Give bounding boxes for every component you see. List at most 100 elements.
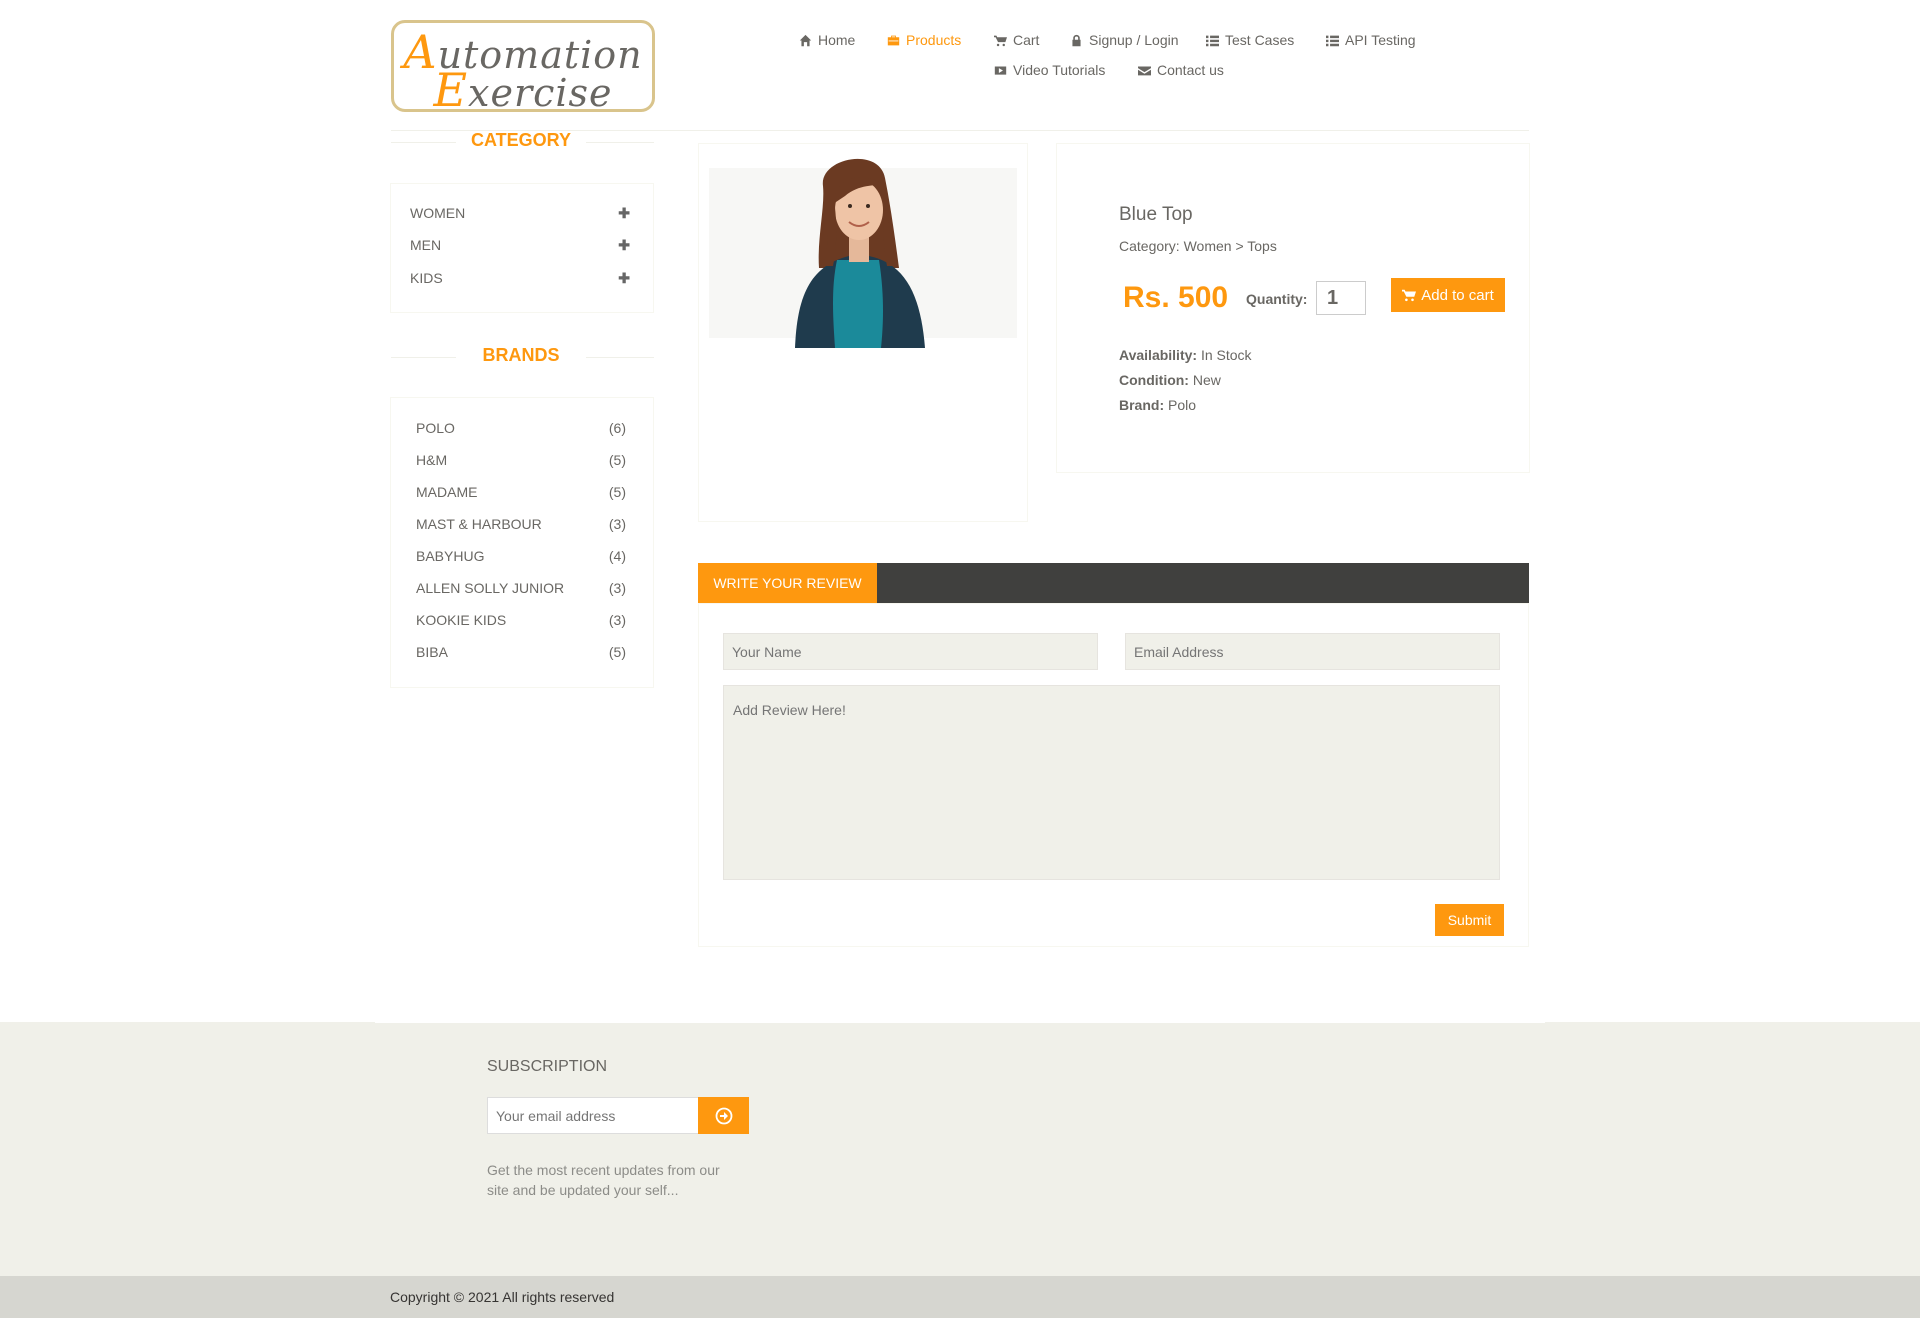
nav-api-testing[interactable]: API Testing [1326, 32, 1416, 48]
brands-rule-left [391, 357, 456, 358]
brand-count: (6) [608, 420, 626, 436]
product-information: Blue Top Category: Women > Tops Rs. 500 … [1056, 143, 1530, 473]
subscribe-button[interactable] [698, 1097, 749, 1134]
lock-icon [1072, 34, 1081, 46]
logo-line-2: Exercise [394, 63, 652, 112]
subscription-email-input[interactable] [487, 1097, 699, 1134]
brand-value: Polo [1168, 397, 1197, 413]
category-rule-right [586, 142, 654, 143]
nav-products[interactable]: Products [887, 32, 961, 48]
product-price: Rs. 500 [1123, 281, 1229, 314]
brands-panel: POLO (6) H&M (5) MADAME (5) MAST & HARBOUR (… [390, 397, 654, 688]
category-item-kids[interactable]: KIDS ✚ [410, 270, 630, 287]
category-title: Category [470, 130, 571, 150]
review-email-input[interactable] [1125, 633, 1500, 670]
cart-icon [994, 35, 1007, 46]
brand-label: MAST & HARBOUR [416, 516, 542, 532]
brand-item[interactable]: MADAME (5) [416, 484, 626, 500]
category-label: MEN [410, 237, 442, 253]
add-to-cart-label: Add to cart [1421, 286, 1494, 304]
nav-test-cases-label: Test Cases [1225, 32, 1295, 48]
brand-item[interactable]: MAST & HARBOUR (3) [416, 516, 626, 532]
brand-label: BIBA [416, 644, 448, 660]
brand-item[interactable]: POLO (6) [416, 420, 626, 436]
brand-item[interactable]: KOOKIE KIDS (3) [416, 612, 626, 628]
brand-item[interactable]: BABYHUG (4) [416, 548, 626, 564]
product-name: Blue Top [1119, 204, 1193, 225]
category-panel: WOMEN ✚ MEN ✚ KIDS ✚ [390, 183, 654, 313]
footer [0, 1022, 1920, 1276]
copyright-bar [0, 1276, 1920, 1318]
footer-divider [375, 1022, 1545, 1023]
brand-item[interactable]: H&M (5) [416, 452, 626, 468]
nav-cart-label: Cart [1013, 32, 1040, 48]
add-to-cart-button[interactable]: Add to cart [1391, 278, 1505, 312]
brand-item[interactable]: ALLEN SOLLY JUNIOR (3) [416, 580, 626, 596]
nav-signup-login[interactable]: Signup / Login [1070, 32, 1179, 48]
brands-title: Brands [482, 345, 560, 365]
availability-label: Availability: [1119, 347, 1198, 363]
brands-rule-right [586, 357, 654, 358]
nav-contact-us[interactable]: Contact us [1138, 62, 1224, 78]
brand-count: (4) [608, 548, 626, 564]
nav-signup-login-label: Signup / Login [1089, 32, 1179, 48]
brand-item[interactable]: BIBA (5) [416, 644, 626, 660]
quantity-input[interactable] [1316, 281, 1366, 315]
product-category: Category: Women > Tops [1119, 238, 1277, 254]
arrow-circle-right-icon [715, 1107, 732, 1124]
logo-line-2-rest: xercise [468, 71, 613, 112]
brand-count: (5) [608, 644, 626, 660]
subscription-text: Get the most recent updates from our sit… [487, 1162, 720, 1198]
product-photo [709, 158, 1017, 348]
nav-video-tutorials-label: Video Tutorials [1013, 62, 1106, 78]
category-label: KIDS [410, 270, 443, 286]
nav-video-tutorials[interactable]: Video Tutorials [994, 62, 1105, 78]
brand-label: ALLEN SOLLY JUNIOR [416, 580, 565, 596]
brand-count: (5) [608, 452, 626, 468]
review-name-input[interactable] [723, 633, 1098, 670]
condition-row: Condition: New [1119, 372, 1221, 388]
availability-value: In Stock [1200, 347, 1252, 363]
list-icon [1326, 35, 1339, 46]
nav-cart[interactable]: Cart [994, 32, 1039, 48]
review-textarea[interactable] [723, 685, 1500, 880]
product-image-frame [698, 143, 1028, 522]
list-icon [1206, 35, 1219, 46]
home-icon [799, 34, 812, 46]
nav-home[interactable]: Home [799, 32, 855, 48]
brand-label: Brand: [1119, 397, 1165, 413]
brand-label: MADAME [416, 484, 478, 500]
plus-icon[interactable]: ✚ [618, 205, 630, 222]
nav-contact-us-label: Contact us [1157, 62, 1224, 78]
category-label: WOMEN [410, 205, 466, 221]
brand-label: POLO [416, 420, 455, 436]
category-item-men[interactable]: MEN ✚ [410, 237, 630, 254]
copyright-text: Copyright © 2021 All rights reserved [390, 1289, 615, 1305]
category-item-women[interactable]: WOMEN ✚ [410, 205, 630, 222]
envelope-icon [1138, 65, 1151, 75]
category-rule-left [391, 142, 456, 143]
submit-review-button[interactable]: Submit [1435, 904, 1504, 936]
nav-products-label: Products [906, 32, 962, 48]
plus-icon[interactable]: ✚ [618, 237, 630, 254]
brand-label: BABYHUG [416, 548, 485, 564]
brand-row: Brand: Polo [1119, 397, 1196, 413]
youtube-play-icon [994, 65, 1007, 75]
brand-count: (3) [608, 516, 626, 532]
cart-icon [1402, 289, 1417, 302]
brand-count: (5) [608, 484, 626, 500]
tab-write-your-review[interactable]: WRITE YOUR REVIEW [698, 563, 877, 603]
brand-label: H&M [416, 452, 448, 468]
site-logo[interactable]: Automation Exercise [391, 20, 655, 112]
condition-label: Condition: [1119, 372, 1189, 388]
nav-api-testing-label: API Testing [1345, 32, 1416, 48]
nav-test-cases[interactable]: Test Cases [1206, 32, 1294, 48]
condition-value: New [1192, 372, 1221, 388]
quantity-label: Quantity: [1246, 291, 1308, 307]
brand-count: (3) [608, 580, 626, 596]
brand-count: (3) [608, 612, 626, 628]
nav-home-label: Home [818, 32, 856, 48]
plus-icon[interactable]: ✚ [618, 270, 630, 287]
availability-row: Availability: In Stock [1119, 347, 1252, 363]
subscription-title: SUBSCRIPTION [487, 1058, 608, 1075]
